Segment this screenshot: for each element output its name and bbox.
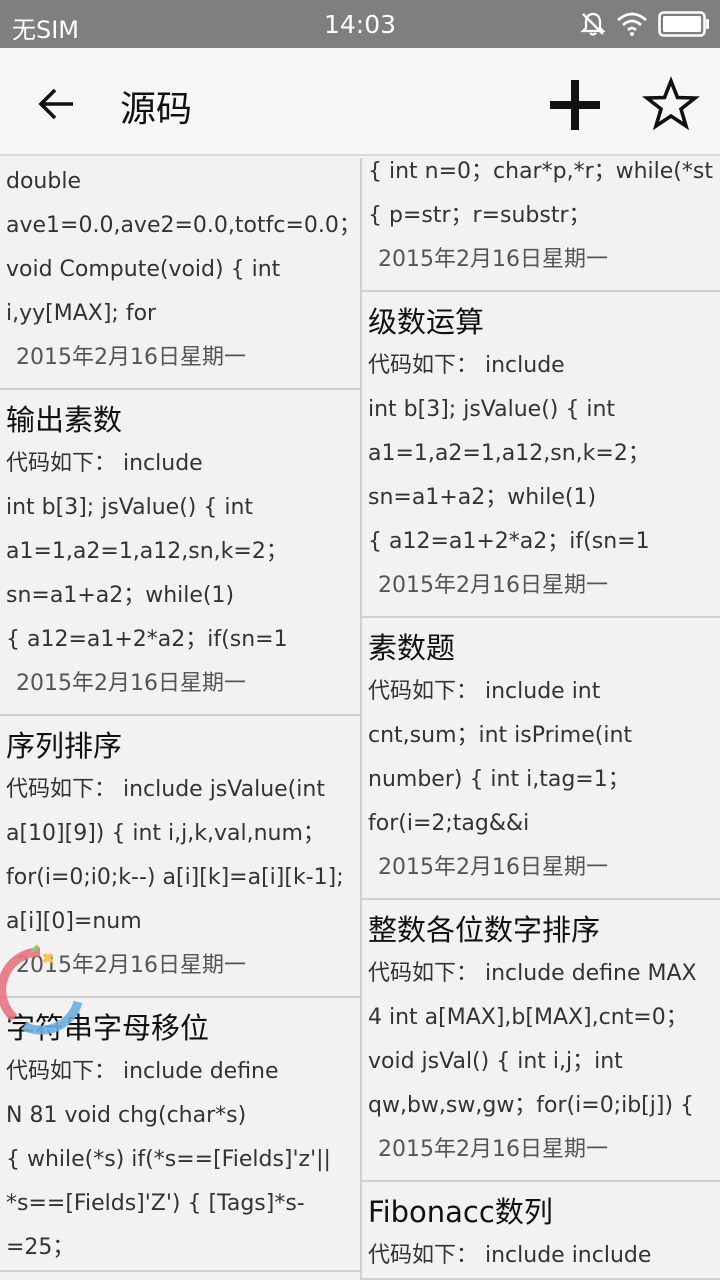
article-snippet: 代码如下： include define MAX 4 int a[MAX],b[M… <box>368 952 714 1128</box>
mute-icon <box>580 12 606 36</box>
article-title: 输出素数 <box>6 403 123 437</box>
article-title: 素数题 <box>368 631 456 665</box>
snippet-line: void jsVal() { int i,j；int <box>368 1049 623 1074</box>
snippet-line: { int n=0；char*p,*r；while(*str) <box>368 159 714 184</box>
snippet-line: a[i][0]=num <box>6 909 142 934</box>
snippet-line: *s==[Fields]'Z') { [Tags]*s- <box>6 1191 305 1216</box>
snippet-line: 4 int a[MAX],b[MAX],cnt=0； <box>368 1005 688 1030</box>
favorite-button[interactable] <box>641 76 701 134</box>
snippet-line: sn=a1+a2；while(1) <box>368 485 597 510</box>
snippet-line: { while(*s) if(*s==[Fields]'z'|| <box>6 1147 331 1172</box>
star-icon <box>641 76 701 131</box>
article-snippet: 代码如下： include int b[3]; jsValue() { int a1… <box>6 442 354 662</box>
article-title: 序列排序 <box>6 729 123 763</box>
loading-spinner-icon <box>0 944 83 1035</box>
snippet-line: 代码如下： include jsValue(int <box>6 777 325 802</box>
battery-icon <box>658 11 709 37</box>
article-card[interactable]: 素数题代码如下： include int cnt,sum；int isPrime(… <box>362 618 720 900</box>
add-button[interactable] <box>546 76 604 134</box>
article-title: 级数运算 <box>368 305 485 339</box>
article-snippet: 代码如下： include include <box>368 1234 714 1278</box>
article-card[interactable]: 输出素数代码如下： include int b[3]; jsValue() { i… <box>0 390 360 716</box>
snippet-line: int b[3]; jsValue() { int <box>6 495 254 520</box>
snippet-line: { a12=a1+2*a2；if(sn=1 <box>368 529 650 554</box>
snippet-line: =25； <box>6 1235 75 1260</box>
status-icons <box>580 10 710 38</box>
article-card[interactable]: { int n=0；char*p,*r；while(*str) { p=str；r… <box>362 158 720 292</box>
snippet-line: double <box>6 169 81 194</box>
snippet-line: a1=1,a2=1,a12,sn,k=2； <box>6 539 288 564</box>
article-date: 2015年2月16日星期一 <box>378 1137 608 1162</box>
snippet-line: for(i=2;tag&&i <box>368 811 530 836</box>
snippet-line: 代码如下： include int <box>368 679 601 704</box>
article-snippet: 代码如下： include define N 81 void chg(char*s… <box>6 1050 354 1270</box>
snippet-line: sn=a1+a2；while(1) <box>6 583 235 608</box>
article-card[interactable]: 整数各位数字排序代码如下： include define MAX 4 int a[… <box>362 900 720 1182</box>
article-date: 2015年2月16日星期一 <box>378 247 608 272</box>
snippet-line: a1=1,a2=1,a12,sn,k=2； <box>368 441 650 466</box>
article-snippet: 代码如下： include int b[3]; jsValue() { int a1… <box>368 344 714 564</box>
snippet-line: a[10][9]) { int i,j,k,val,num； <box>6 821 325 846</box>
status-bar: 无SIM 14:03 <box>0 0 720 48</box>
article-date: 2015年2月16日星期一 <box>378 573 608 598</box>
snippet-line: 代码如下： include define <box>6 1059 279 1084</box>
article-card[interactable]: double ave1=0.0,ave2=0.0,totfc=0.0； void C… <box>0 158 360 390</box>
wifi-icon <box>617 12 647 36</box>
article-date: 2015年2月16日星期一 <box>378 855 608 880</box>
snippet-line: ave1=0.0,ave2=0.0,totfc=0.0； <box>6 213 354 238</box>
snippet-line: qw,bw,sw,gw；for(i=0;ib[j]) { <box>368 1093 695 1118</box>
back-button[interactable] <box>30 78 82 130</box>
snippet-line: 代码如下： include include <box>368 1243 652 1268</box>
snippet-line: i,yy[MAX]; for <box>6 301 157 326</box>
source-list[interactable]: double ave1=0.0,ave2=0.0,totfc=0.0； void C… <box>0 158 720 1280</box>
plus-icon <box>550 80 600 130</box>
snippet-line: { a12=a1+2*a2；if(sn=1 <box>6 627 288 652</box>
article-title: 整数各位数字排序 <box>368 913 601 947</box>
left-column: double ave1=0.0,ave2=0.0,totfc=0.0； void C… <box>0 158 360 1272</box>
snippet-line: for(i=0;i0;k--) a[i][k]=a[i][k-1]; <box>6 865 344 890</box>
snippet-line: 代码如下： include <box>6 451 203 476</box>
snippet-line: 代码如下： include define MAX <box>368 961 697 986</box>
snippet-line: { p=str；r=substr； <box>368 203 591 228</box>
article-card[interactable]: 字符串字母移位 代码如下： include define N 81 void chg… <box>0 998 360 1272</box>
back-arrow-icon <box>38 88 73 120</box>
article-title: Fibonacc数列 <box>368 1195 553 1229</box>
article-date: 2015年2月16日星期一 <box>16 345 246 370</box>
snippet-line: N 81 void chg(char*s) <box>6 1103 247 1128</box>
article-card[interactable]: 级数运算代码如下： include int b[3]; jsValue() { i… <box>362 292 720 618</box>
article-snippet: double ave1=0.0,ave2=0.0,totfc=0.0； void C… <box>6 160 354 336</box>
snippet-line: number) { int i,tag=1； <box>368 767 630 792</box>
article-snippet: 代码如下： include jsValue(int a[10][9]) { int… <box>6 768 354 944</box>
snippet-line: 代码如下： include <box>368 353 565 378</box>
right-column: { int n=0；char*p,*r；while(*str) { p=str；r… <box>360 158 720 1280</box>
article-snippet: 代码如下： include int cnt,sum；int isPrime(int… <box>368 670 714 846</box>
article-date: 2015年2月16日星期一 <box>16 671 246 696</box>
article-snippet: { int n=0；char*p,*r；while(*str) { p=str；r… <box>368 158 714 238</box>
page-title: 源码 <box>120 89 193 130</box>
article-card[interactable]: Fibonacc数列代码如下： include include <box>362 1182 720 1280</box>
snippet-line: int b[3]; jsValue() { int <box>368 397 616 422</box>
app-bar: 源码 <box>0 48 720 156</box>
snippet-line: void Compute(void) { int <box>6 257 281 282</box>
snippet-line: cnt,sum；int isPrime(int <box>368 723 633 748</box>
